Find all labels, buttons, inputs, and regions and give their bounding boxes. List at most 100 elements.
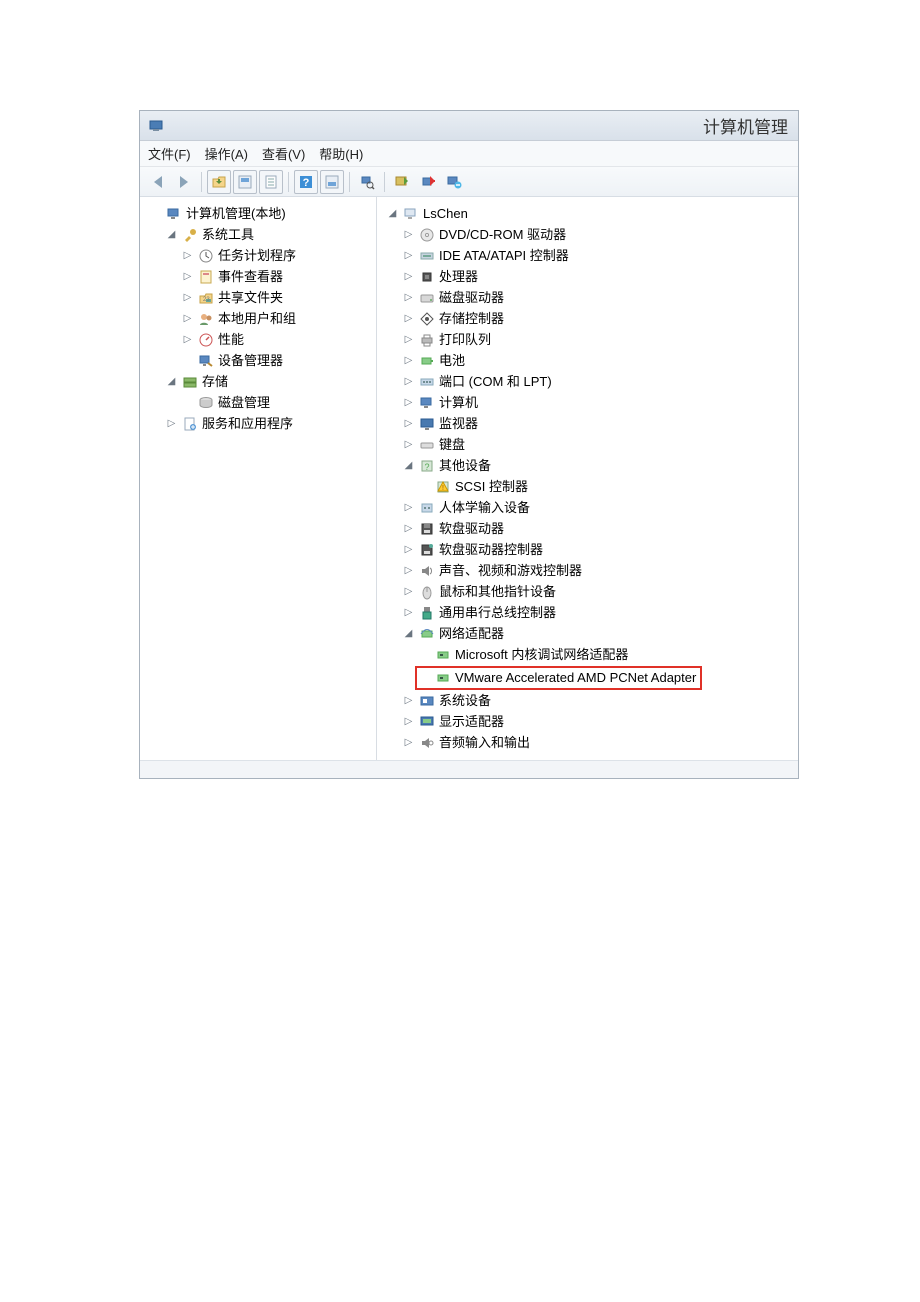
tree-event-viewer[interactable]: ▷事件查看器	[180, 267, 285, 287]
tree-label: IDE ATA/ATAPI 控制器	[439, 246, 569, 266]
device-category[interactable]: ▷鼠标和其他指针设备	[401, 582, 558, 602]
expand-icon[interactable]: ▷	[403, 272, 414, 283]
tree-shared-folders[interactable]: ▷23共享文件夹	[180, 288, 285, 308]
expand-icon[interactable]: ▷	[403, 230, 414, 241]
up-folder-button[interactable]	[207, 170, 231, 194]
tree-system-tools[interactable]: ◢ 系统工具	[164, 225, 256, 245]
menu-help[interactable]: 帮助(H)	[319, 144, 363, 163]
tree-label: 性能	[218, 330, 244, 350]
device-category[interactable]: ▷打印队列	[401, 330, 493, 350]
collapse-icon[interactable]: ◢	[403, 461, 414, 472]
device-category[interactable]: ▷声音、视频和游戏控制器	[401, 561, 584, 581]
expand-icon[interactable]: ▷	[403, 356, 414, 367]
toolbar-separator	[384, 172, 385, 192]
expand-icon[interactable]: ▷	[403, 503, 414, 514]
device-category[interactable]: ▷电池	[401, 351, 467, 371]
expand-icon[interactable]: ▷	[403, 440, 414, 451]
expand-icon[interactable]: ▷	[182, 272, 193, 283]
expand-icon[interactable]: ▷	[403, 545, 414, 556]
tree-performance[interactable]: ▷ 性能	[180, 330, 246, 350]
expand-icon[interactable]: ▷	[182, 251, 193, 262]
tree-device-manager[interactable]: ▷设备管理器	[180, 351, 285, 371]
update-driver-button[interactable]	[416, 170, 440, 194]
device-category[interactable]: ▷端口 (COM 和 LPT)	[401, 372, 554, 392]
expand-icon[interactable]: ▷	[403, 738, 414, 749]
netcard-icon	[435, 647, 451, 663]
device-item[interactable]: ▷!SCSI 控制器	[417, 477, 530, 497]
expand-icon[interactable]: ▷	[403, 314, 414, 325]
device-category[interactable]: ▷软盘驱动器	[401, 519, 506, 539]
expand-icon[interactable]: ▷	[182, 335, 193, 346]
device-category[interactable]: ▷通用串行总线控制器	[401, 603, 558, 623]
device-category[interactable]: ▷计算机	[401, 393, 480, 413]
collapse-icon[interactable]: ◢	[166, 377, 177, 388]
forward-icon	[180, 176, 188, 188]
uninstall-button[interactable]	[442, 170, 466, 194]
expand-icon[interactable]: ▷	[182, 314, 193, 325]
device-category[interactable]: ◢?其他设备	[401, 456, 493, 476]
device-category[interactable]: ▷DVD/CD-ROM 驱动器	[401, 225, 568, 245]
device-category[interactable]: ▷软盘驱动器控制器	[401, 540, 545, 560]
device-category[interactable]: ▷系统设备	[401, 691, 493, 711]
console-button[interactable]	[233, 170, 257, 194]
device-category[interactable]: ▷磁盘驱动器	[401, 288, 506, 308]
back-icon	[154, 176, 162, 188]
content-pane: ▷ 计算机管理(本地) ◢ 系统工具	[140, 197, 798, 760]
computer-mgmt-icon	[166, 206, 182, 222]
tree-task-scheduler[interactable]: ▷任务计划程序	[180, 246, 298, 266]
console2-icon	[324, 174, 340, 190]
menu-view[interactable]: 查看(V)	[262, 144, 305, 163]
svg-text:!: !	[442, 485, 444, 492]
device-root[interactable]: ◢ LsChen	[385, 204, 470, 224]
device-category[interactable]: ◢网络适配器	[401, 624, 506, 644]
tree-disk-mgmt[interactable]: ▷磁盘管理	[180, 393, 272, 413]
expand-icon[interactable]: ▷	[403, 377, 414, 388]
device-category[interactable]: ▷显示适配器	[401, 712, 506, 732]
device-category[interactable]: ▷ IDE ATA/ATAPI 控制器	[401, 246, 571, 266]
tree-storage[interactable]: ◢ 存储	[164, 372, 230, 392]
expand-icon[interactable]: ▷	[403, 566, 414, 577]
expand-icon[interactable]: ▷	[403, 251, 414, 262]
collapse-icon[interactable]: ◢	[387, 209, 398, 220]
titlebar[interactable]: 计算机管理	[140, 111, 798, 141]
device-category[interactable]: ▷人体学输入设备	[401, 498, 532, 518]
device-category[interactable]: ▷处理器	[401, 267, 480, 287]
show-hidden-button[interactable]	[320, 170, 344, 194]
expand-icon[interactable]: ▷	[403, 335, 414, 346]
collapse-icon[interactable]: ◢	[166, 230, 177, 241]
tree-label: 计算机管理(本地)	[186, 204, 286, 224]
menu-action[interactable]: 操作(A)	[205, 144, 248, 163]
tree-label: 键盘	[439, 435, 465, 455]
tree-services[interactable]: ▷ 服务和应用程序	[164, 414, 295, 434]
expand-icon[interactable]: ▷	[403, 587, 414, 598]
device-item[interactable]: ▷VMware Accelerated AMD PCNet Adapter	[417, 668, 698, 688]
device-category[interactable]: ▷音频输入和输出	[401, 733, 532, 753]
tree-local-users[interactable]: ▷本地用户和组	[180, 309, 298, 329]
audio-icon	[419, 735, 435, 751]
expand-icon[interactable]: ▷	[403, 717, 414, 728]
services-icon	[182, 416, 198, 432]
help-button[interactable]: ?	[294, 170, 318, 194]
back-button[interactable]	[146, 170, 170, 194]
tree-root-local[interactable]: ▷ 计算机管理(本地)	[148, 204, 288, 224]
properties-button[interactable]	[259, 170, 283, 194]
collapse-icon[interactable]: ◢	[403, 629, 414, 640]
device-category[interactable]: ▷监视器	[401, 414, 480, 434]
refresh-button[interactable]	[390, 170, 414, 194]
device-item[interactable]: ▷Microsoft 内核调试网络适配器	[417, 645, 630, 665]
expand-icon[interactable]: ▷	[182, 293, 193, 304]
menu-file[interactable]: 文件(F)	[148, 144, 191, 163]
expand-icon[interactable]: ▷	[403, 398, 414, 409]
forward-button[interactable]	[172, 170, 196, 194]
expand-icon[interactable]: ▷	[403, 608, 414, 619]
disk-icon	[198, 395, 214, 411]
expand-icon[interactable]: ▷	[403, 524, 414, 535]
expand-icon[interactable]: ▷	[166, 419, 177, 430]
scan-button[interactable]	[355, 170, 379, 194]
expand-icon[interactable]: ▷	[403, 419, 414, 430]
device-category[interactable]: ▷ 键盘	[401, 435, 467, 455]
clock-icon	[198, 248, 214, 264]
expand-icon[interactable]: ▷	[403, 293, 414, 304]
device-category[interactable]: ▷存储控制器	[401, 309, 506, 329]
expand-icon[interactable]: ▷	[403, 696, 414, 707]
